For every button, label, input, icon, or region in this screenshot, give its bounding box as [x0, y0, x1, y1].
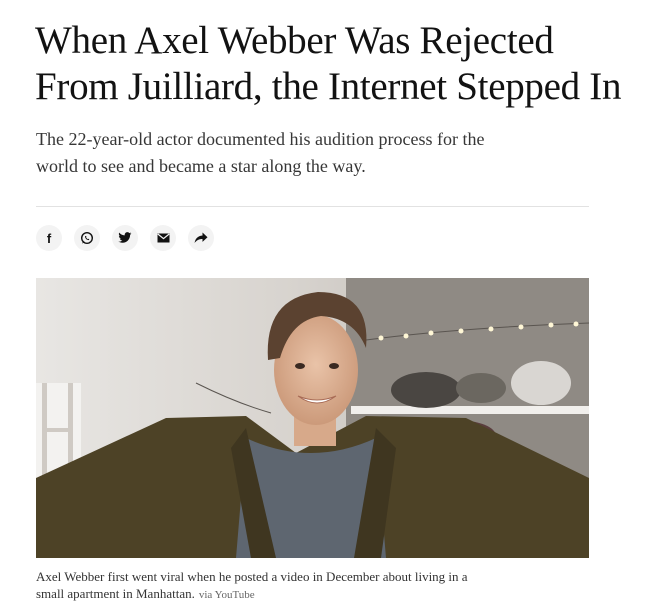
share-twitter-button[interactable] — [112, 225, 138, 251]
share-facebook-button[interactable]: f — [36, 225, 62, 251]
share-email-button[interactable] — [150, 225, 176, 251]
divider — [36, 206, 589, 207]
whatsapp-icon — [80, 231, 94, 245]
photo-caption: Axel Webber first went viral when he pos… — [36, 568, 596, 604]
photo-credit: via YouTube — [198, 589, 255, 601]
article-photo — [36, 278, 589, 558]
headline-line-2: From Juilliard, the Internet Stepped In — [35, 65, 622, 108]
caption-line-1: Axel Webber first went viral when he pos… — [36, 569, 468, 584]
headline-line-1: When Axel Webber Was Rejected — [35, 19, 554, 62]
photo-illustration — [36, 278, 589, 558]
twitter-icon — [118, 232, 132, 243]
share-more-button[interactable] — [188, 225, 214, 251]
summary-line-1: The 22-year-old actor documented his aud… — [36, 129, 485, 149]
facebook-icon: f — [46, 230, 52, 246]
summary-line-2: world to see and became a star along the… — [36, 156, 366, 176]
article-summary: The 22-year-old actor documented his aud… — [36, 126, 596, 180]
caption-line-2: small apartment in Manhattan. — [36, 586, 195, 601]
article-headline: When Axel Webber Was Rejected From Juill… — [35, 18, 655, 110]
share-whatsapp-button[interactable] — [74, 225, 100, 251]
share-arrow-icon — [194, 232, 208, 243]
email-icon — [156, 233, 170, 243]
share-bar: f — [36, 225, 214, 251]
